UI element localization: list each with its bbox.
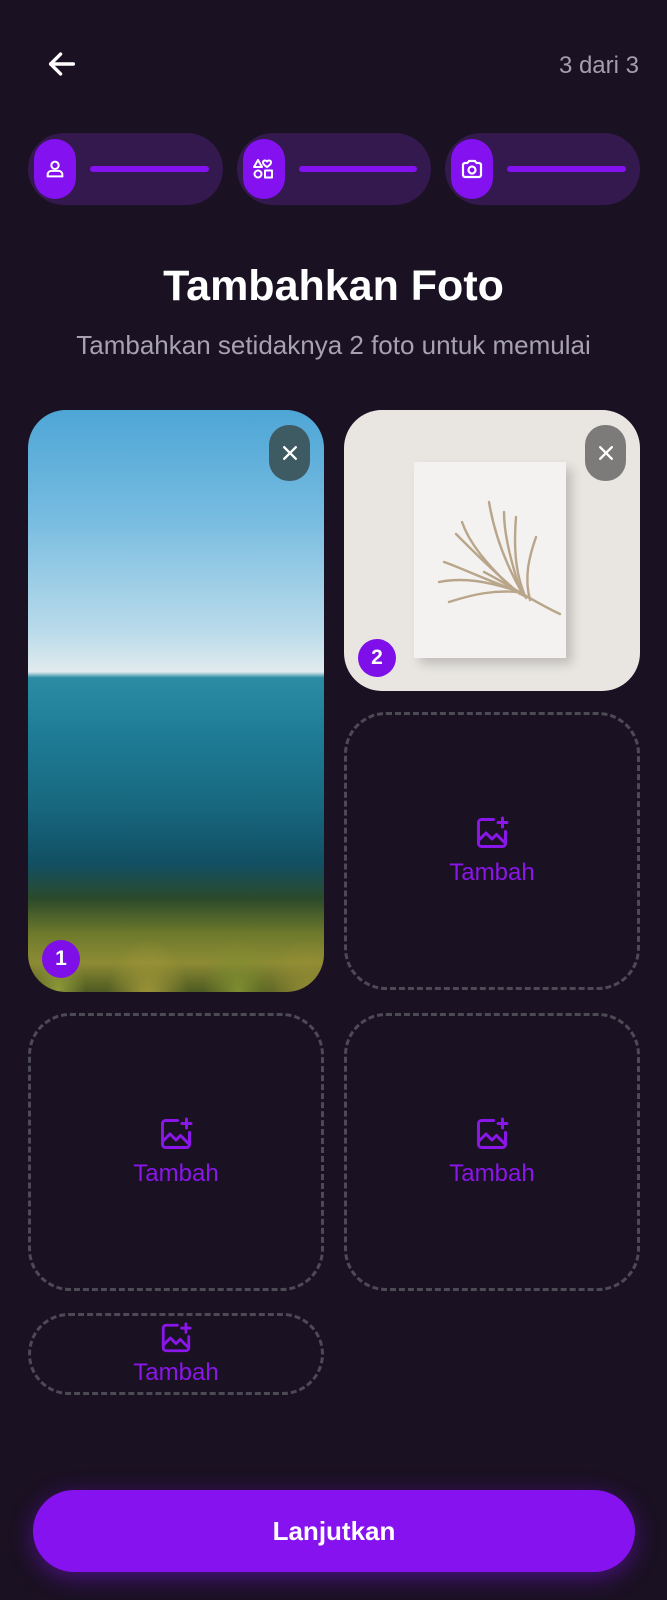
progress-steps [28, 133, 641, 205]
add-photo-slot[interactable]: Tambah [28, 1313, 324, 1395]
step-photos [445, 133, 641, 205]
add-photo-label: Tambah [133, 1160, 219, 1187]
person-icon [34, 139, 76, 199]
back-button[interactable] [40, 42, 84, 86]
page-subtitle: Tambahkan setidaknya 2 foto untuk memula… [76, 330, 591, 360]
step-progress-bar [90, 166, 209, 172]
add-photo-label: Tambah [449, 859, 535, 886]
add-photo-label: Tambah [449, 1160, 535, 1187]
add-image-icon [161, 1117, 193, 1149]
photo-slot-2[interactable]: 2 [344, 410, 640, 691]
step-progress-bar [507, 166, 627, 172]
close-icon [282, 446, 297, 460]
add-photos-screen: 3 dari 3 Tambahkan Foto Tambahkan setida… [0, 0, 667, 1600]
step-counter: 3 dari 3 [558, 52, 639, 79]
shapes-icon [242, 139, 285, 199]
photo-order-badge: 2 [358, 639, 396, 677]
add-image-icon [477, 1117, 509, 1149]
remove-photo-button[interactable] [269, 425, 310, 481]
remove-photo-button[interactable] [585, 425, 626, 481]
add-photo-slot[interactable]: Tambah [344, 1013, 640, 1291]
step-profile [28, 133, 223, 205]
arrow-left-icon [48, 52, 76, 76]
add-photo-label: Tambah [133, 1359, 219, 1386]
photo-slot-1[interactable]: 1 [28, 410, 324, 992]
photo-image [414, 462, 566, 658]
add-photo-slot[interactable]: Tambah [28, 1013, 324, 1291]
add-image-icon [161, 1322, 192, 1353]
close-icon [598, 446, 613, 460]
photo-order-badge: 1 [42, 940, 80, 978]
step-progress-bar [298, 166, 418, 172]
continue-button[interactable]: Lanjutkan [33, 1490, 635, 1572]
camera-icon [451, 139, 494, 199]
add-image-icon [477, 816, 509, 848]
add-photo-slot[interactable]: Tambah [344, 712, 640, 990]
step-interests [236, 133, 432, 205]
page-title: Tambahkan Foto [163, 262, 504, 310]
